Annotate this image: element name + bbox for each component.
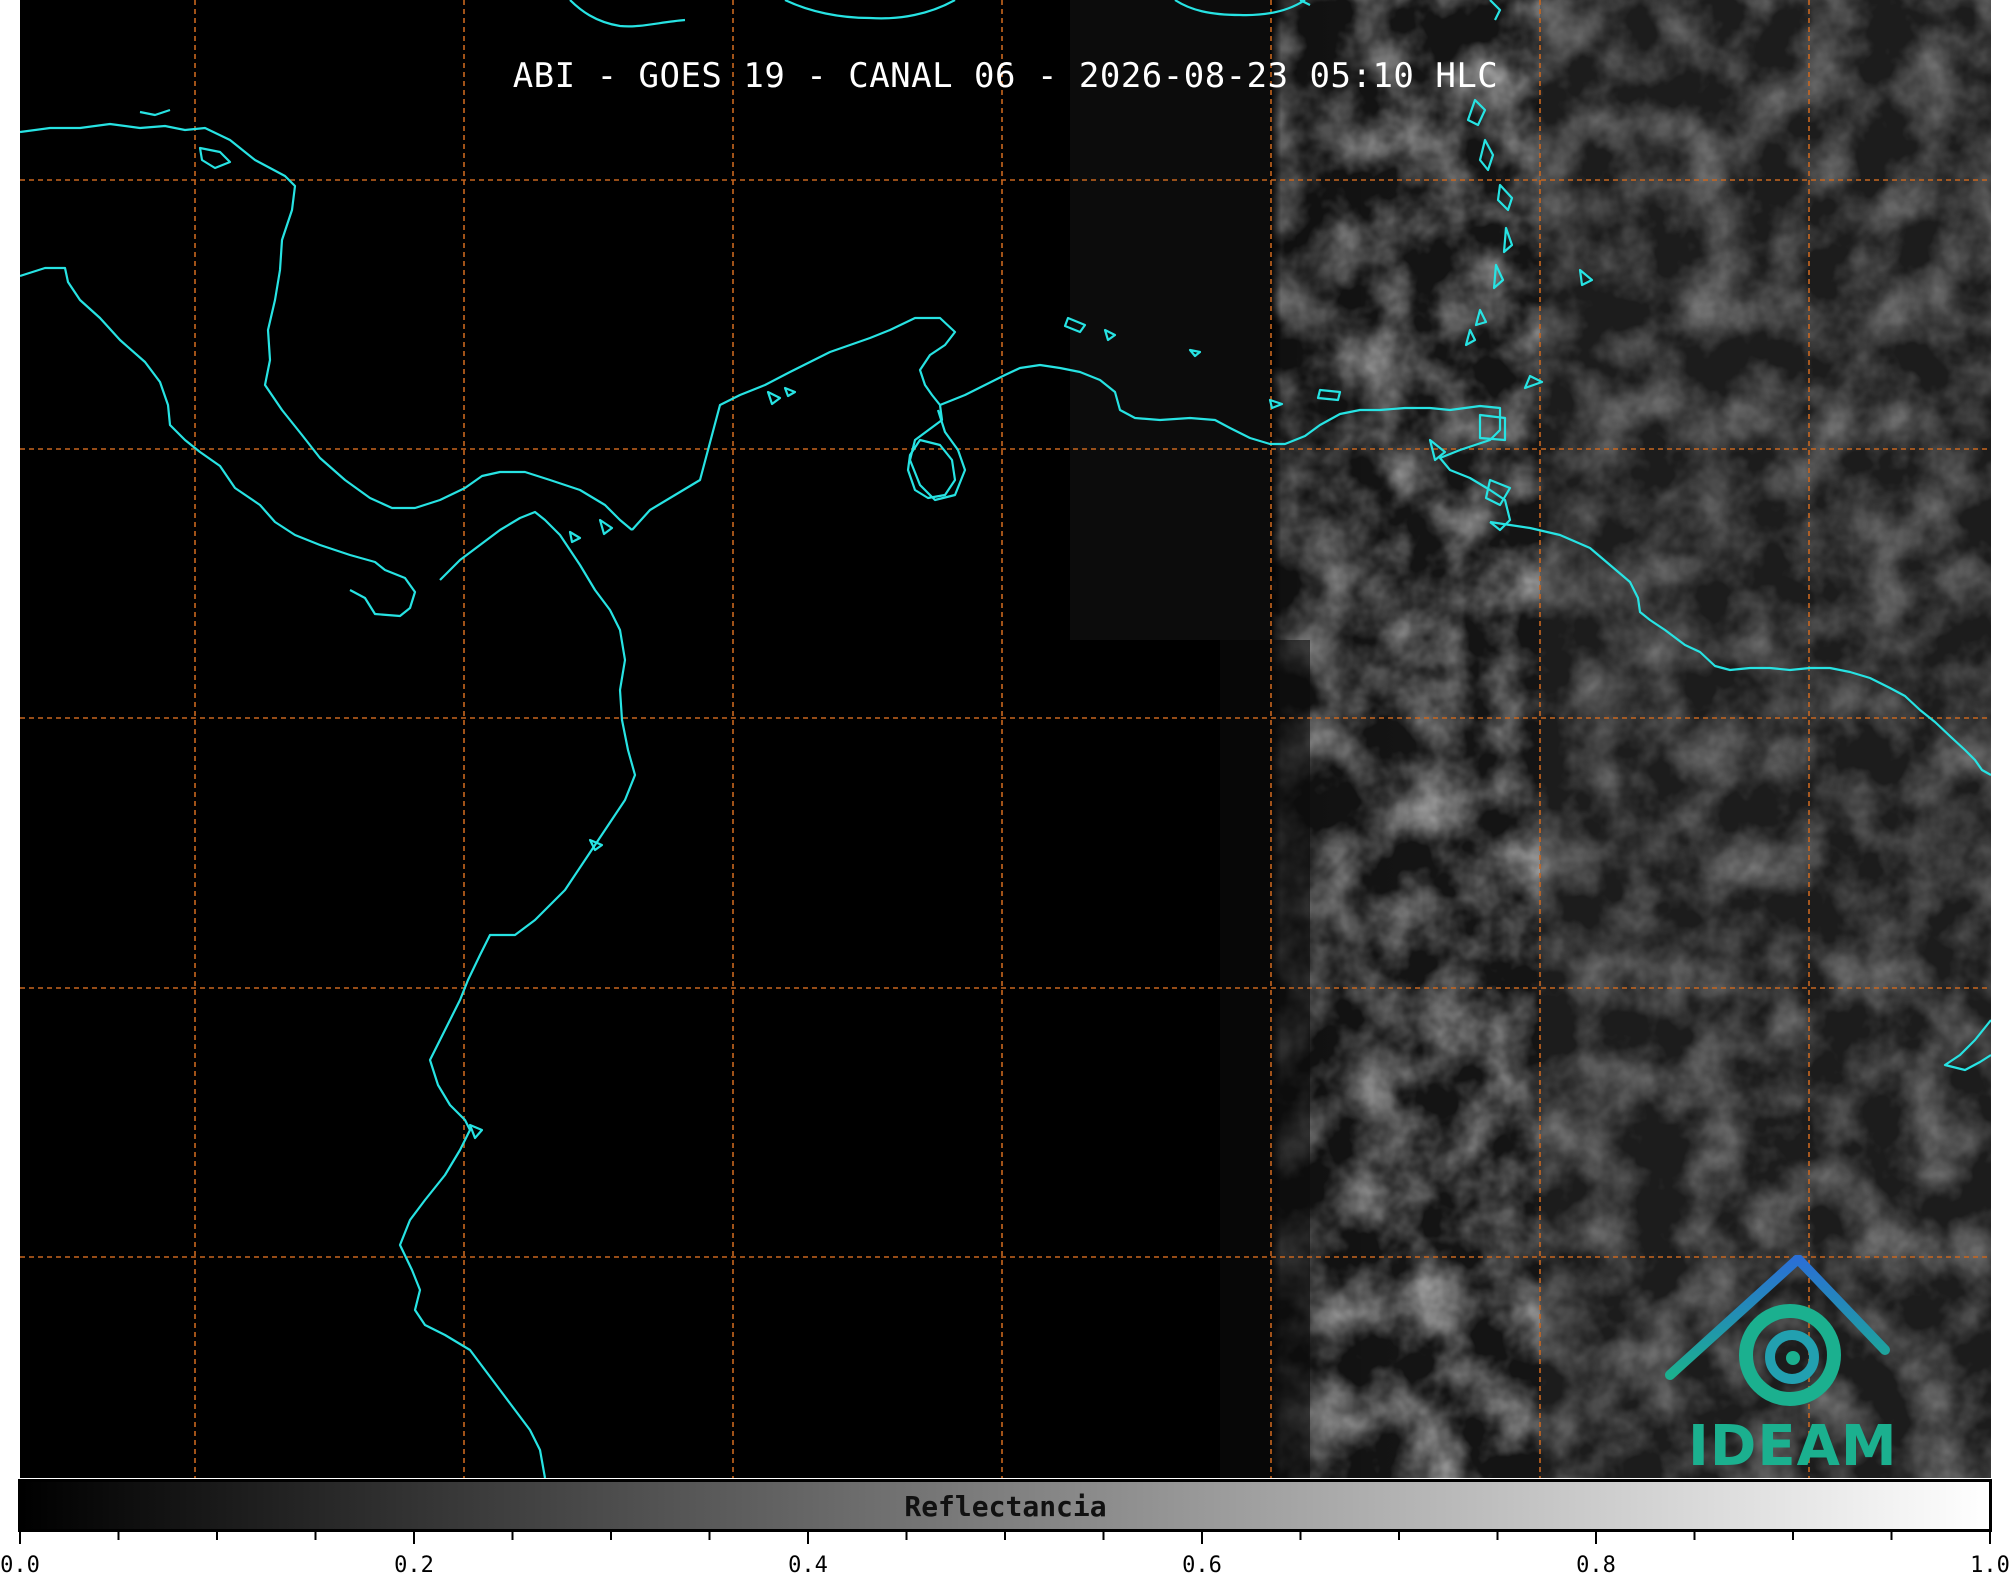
colorbar-label: Reflectancia <box>904 1490 1107 1523</box>
map-title: ABI - GOES 19 - CANAL 06 - 2026-08-23 05… <box>512 56 1499 96</box>
colorbar-tick-label: 0.2 <box>394 1553 434 1578</box>
colorbar-ticks <box>19 1532 1991 1544</box>
ideam-logo-text: IDEAM <box>1688 1414 1898 1479</box>
colorbar-tick-label: 0.6 <box>1182 1553 1222 1578</box>
colorbar-tick-label: 0.4 <box>788 1553 828 1578</box>
colorbar-tick-label: 1.0 <box>1970 1553 2010 1578</box>
colorbar-tick-label: 0.0 <box>0 1553 40 1578</box>
colorbar-tick-label: 0.8 <box>1576 1553 1616 1578</box>
